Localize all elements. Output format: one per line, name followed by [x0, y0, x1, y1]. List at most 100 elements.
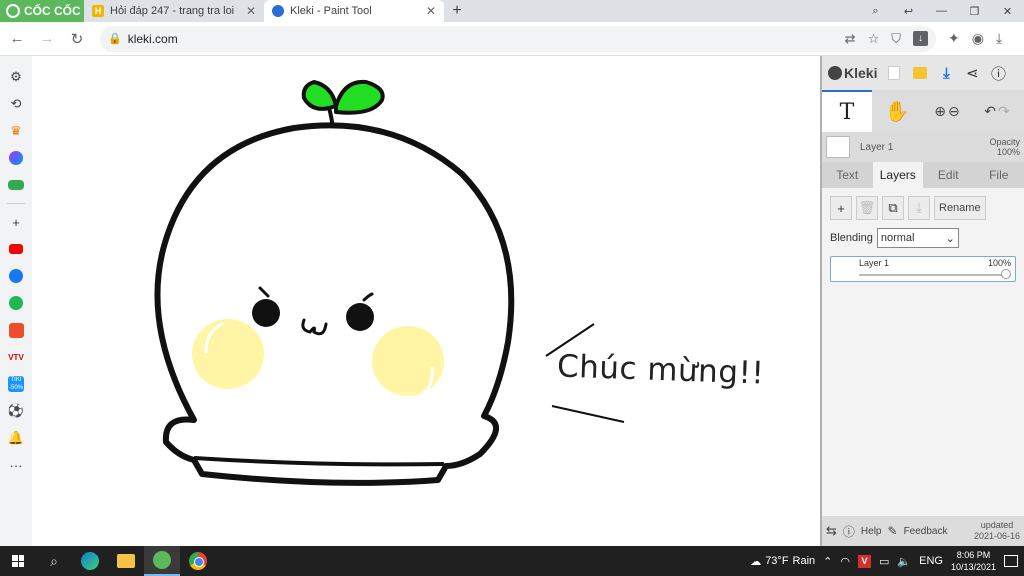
soccer-icon[interactable]: ⚽	[7, 402, 25, 420]
clock[interactable]: 8:06 PM 10/13/2021	[951, 549, 996, 573]
feedback-icon[interactable]: ✎	[888, 524, 898, 538]
url-text[interactable]: kleki.com	[128, 32, 839, 46]
explorer-taskbar-app[interactable]	[108, 546, 144, 576]
merge-layer-button[interactable]: ⤓	[908, 196, 930, 220]
duplicate-layer-button[interactable]: ⧉	[882, 196, 904, 220]
rename-layer-button[interactable]: Rename	[934, 196, 986, 220]
new-tab-button[interactable]: +	[444, 0, 470, 22]
downloads-icon[interactable]: ⤓	[996, 30, 1002, 47]
layer-list-item[interactable]: Layer 1 100%	[830, 256, 1016, 282]
drawing-canvas[interactable]: Chúc mừng!!	[32, 56, 820, 546]
help-link[interactable]: Help	[861, 526, 882, 537]
more-icon[interactable]: ···	[7, 456, 25, 474]
redo-icon[interactable]: ↷	[998, 103, 1010, 120]
text-tool-button[interactable]: T	[822, 90, 872, 132]
undo-icon[interactable]: ↶	[984, 103, 996, 120]
battery-icon[interactable]: ▭	[879, 555, 889, 568]
tab-layers[interactable]: Layers	[872, 162, 923, 188]
tiki-icon[interactable]: TIKI -50%	[7, 375, 25, 393]
new-image-button[interactable]	[885, 64, 903, 82]
right-eye	[346, 303, 374, 331]
hand-tool-button[interactable]: ✋	[872, 90, 922, 132]
kleki-panel: Kleki ⤓ ⋖ ⓘ T ✋ ⊕ ⊖ ↶ ↷ Layer 1 Opacity 10…	[820, 56, 1024, 546]
speech-text: Chúc mừng!!	[556, 348, 765, 392]
tab-hoidap[interactable]: H Hỏi đáp 247 - trang tra loi ✕	[84, 0, 264, 22]
vtv-icon[interactable]: VTV	[7, 348, 25, 366]
close-window-button[interactable]: ✕	[991, 0, 1024, 22]
minimize-button[interactable]: —	[925, 0, 958, 22]
address-bar[interactable]: 🔒 kleki.com ⇄ ☆ ⛉ ↓	[100, 25, 936, 52]
share-button[interactable]: ⋖	[963, 64, 981, 82]
layer-opacity-knob[interactable]	[1001, 269, 1011, 279]
profile-icon[interactable]: ◉	[972, 30, 984, 47]
speech-line-bottom	[551, 405, 625, 423]
spotify-icon[interactable]	[7, 294, 25, 312]
add-layer-button[interactable]: +	[830, 196, 852, 220]
blending-select[interactable]: normal ⌄	[876, 228, 959, 248]
extensions-icon[interactable]: ✦	[948, 30, 960, 47]
brand-label: CỐC CỐC	[24, 4, 81, 18]
translate-icon[interactable]: ⇄	[845, 31, 856, 47]
tab-search-icon[interactable]: ⌕	[859, 0, 892, 22]
tab-kleki[interactable]: Kleki - Paint Tool ✕	[264, 0, 444, 22]
edge-taskbar-app[interactable]	[72, 546, 108, 576]
undo-redo-buttons[interactable]: ↶ ↷	[972, 90, 1022, 132]
coccoc-taskbar-app[interactable]	[144, 546, 180, 576]
zoom-in-icon[interactable]: ⊕	[934, 103, 946, 120]
forward-button[interactable]: →	[34, 26, 60, 52]
layer-opacity-slider[interactable]	[859, 274, 1005, 276]
shield-icon[interactable]: ⛉	[891, 31, 901, 47]
search-button[interactable]: ⌕	[36, 546, 72, 576]
tab-file[interactable]: File	[974, 162, 1024, 188]
crown-icon[interactable]: ♛	[7, 122, 25, 140]
maximize-button[interactable]: ❐	[958, 0, 991, 22]
kleki-logo[interactable]: Kleki	[828, 65, 877, 81]
tab-text[interactable]: Text	[822, 162, 873, 188]
open-image-button[interactable]	[911, 64, 929, 82]
facebook-icon[interactable]	[7, 267, 25, 285]
zoom-out-icon[interactable]: ⊖	[948, 103, 960, 120]
updated-date: 2021-06-16	[973, 531, 1020, 541]
bookmark-star-icon[interactable]: ☆	[868, 31, 880, 47]
bell-icon[interactable]: 🔔	[7, 429, 25, 447]
back-button[interactable]: ←	[4, 26, 30, 52]
chrome-taskbar-app[interactable]	[180, 546, 216, 576]
body-outline	[154, 122, 515, 486]
kleki-header: Kleki ⤓ ⋖ ⓘ	[822, 56, 1024, 90]
start-button[interactable]	[0, 546, 36, 576]
hoidap-favicon-icon: H	[92, 5, 104, 17]
swap-sides-icon[interactable]: ⇆	[826, 523, 837, 539]
save-button[interactable]: ⤓	[937, 64, 955, 82]
tab-close-icon[interactable]: ✕	[426, 4, 436, 18]
messenger-icon[interactable]	[7, 149, 25, 167]
language-indicator[interactable]: ENG	[919, 555, 943, 567]
zoom-buttons[interactable]: ⊕ ⊖	[922, 90, 972, 132]
feedback-link[interactable]: Feedback	[904, 526, 948, 537]
vietkey-icon[interactable]: V	[858, 554, 871, 568]
notifications-icon[interactable]	[1004, 555, 1018, 567]
help-button[interactable]: ⓘ	[989, 64, 1007, 83]
youtube-icon[interactable]	[7, 240, 25, 258]
help-circle-icon[interactable]: ⓘ	[843, 523, 855, 540]
updated-label: updated	[980, 520, 1014, 530]
back-arrow-icon[interactable]: ↩	[892, 0, 925, 22]
tab-close-icon[interactable]: ✕	[246, 4, 256, 18]
history-icon[interactable]: ⟲	[7, 95, 25, 113]
coccoc-menu-button[interactable]: CỐC CỐC	[0, 0, 84, 22]
settings-icon[interactable]: ⚙	[7, 68, 25, 86]
tray-chevron-icon[interactable]: ⌃	[823, 555, 832, 568]
chevron-down-icon: ⌄	[945, 232, 955, 245]
weather-widget[interactable]: ☁ 73°F Rain	[750, 555, 815, 568]
download-video-icon[interactable]: ↓	[913, 30, 928, 46]
tab-title: Hỏi đáp 247 - trang tra loi	[110, 5, 235, 17]
shopee-icon[interactable]	[7, 321, 25, 339]
reload-button[interactable]: ↻	[64, 26, 90, 52]
current-layer-bar[interactable]: Layer 1 Opacity 100%	[822, 132, 1024, 162]
network-icon[interactable]: ◠	[840, 555, 850, 568]
lock-icon[interactable]: 🔒	[108, 32, 122, 45]
add-shortcut-icon[interactable]: +	[7, 213, 25, 231]
volume-icon[interactable]: 🔈	[897, 555, 911, 568]
delete-layer-button[interactable]: 🗑	[856, 196, 878, 220]
tab-edit[interactable]: Edit	[923, 162, 974, 188]
game-icon[interactable]	[7, 176, 25, 194]
